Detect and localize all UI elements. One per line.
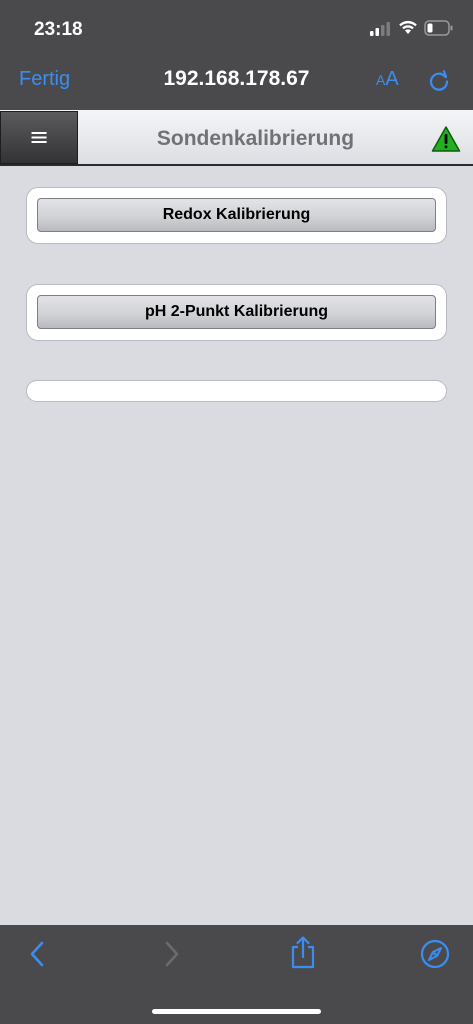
text-size-button[interactable]: AA [376, 68, 399, 91]
status-bar: 23:18 [0, 0, 473, 56]
reload-icon[interactable] [427, 69, 451, 93]
page-title: Sondenkalibrierung [156, 127, 355, 150]
redox-calibration-button[interactable]: Redox Kalibrierung [37, 198, 436, 232]
url-display[interactable]: 192.168.178.67 [0, 67, 473, 91]
redox-calibration-card: Redox Kalibrierung [26, 187, 447, 244]
battery-icon [424, 20, 453, 36]
empty-card [26, 380, 447, 402]
back-icon[interactable] [26, 939, 48, 969]
ph-calibration-card: pH 2-Punkt Kalibrierung [26, 284, 447, 341]
cellular-signal-icon [370, 22, 390, 36]
menu-button[interactable]: ≡ [0, 111, 78, 164]
text-size-big-glyph: A [385, 68, 399, 90]
forward-icon[interactable] [161, 939, 183, 969]
wifi-icon [399, 20, 417, 34]
page-header: ≡ Sondenkalibrierung [0, 110, 473, 166]
ph-2-point-calibration-button[interactable]: pH 2-Punkt Kalibrierung [37, 295, 436, 329]
warning-icon[interactable] [431, 125, 461, 153]
browser-top-bar: 23:18 Fertig 192.168.178.67 AA [0, 0, 473, 110]
compass-icon[interactable] [420, 939, 450, 969]
status-time: 23:18 [34, 19, 83, 40]
home-indicator [152, 1009, 321, 1014]
text-size-small-glyph: A [376, 72, 386, 88]
browser-nav-bar: Fertig 192.168.178.67 AA [0, 56, 473, 110]
share-icon[interactable] [289, 935, 317, 969]
